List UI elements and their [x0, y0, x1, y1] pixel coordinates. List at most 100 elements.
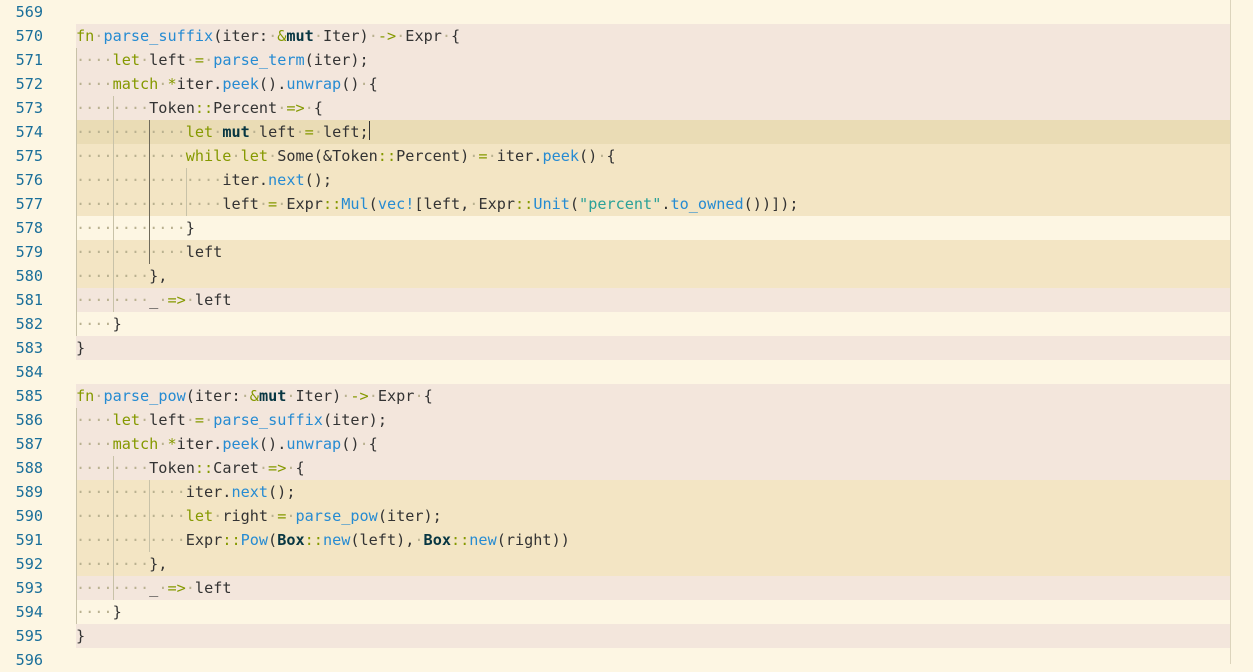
whitespace-marker: ·	[313, 27, 323, 45]
code-area[interactable]: 569 570 fn·parse_suffix(iter:·&mut·Iter)·-…	[0, 0, 1253, 669]
line-number: 588	[15, 459, 43, 477]
code-line[interactable]: 589 ············iter.next();	[0, 480, 1253, 504]
code-line[interactable]: 592 ········},	[0, 552, 1253, 576]
code-line[interactable]: 593 ········_·=>·left	[0, 576, 1253, 600]
code-text[interactable]: }	[76, 336, 85, 360]
code-line[interactable]: 596	[0, 648, 1253, 672]
code-line[interactable]: 579 ············left	[0, 240, 1253, 264]
code-line[interactable]: 595}	[0, 624, 1253, 648]
code-token: (iter);	[377, 507, 442, 525]
code-line[interactable]: 574 ············let·mut·left·=·left;	[0, 120, 1253, 144]
line-number: 590	[15, 507, 43, 525]
code-token: vec!	[377, 195, 415, 213]
code-token: ();	[268, 483, 296, 501]
code-token: Some(&Token	[277, 147, 378, 165]
text-cursor	[368, 121, 370, 140]
code-line[interactable]: 586 ····let·left·=·parse_suffix(iter);	[0, 408, 1253, 432]
code-line[interactable]: 583}	[0, 336, 1253, 360]
whitespace-marker: ·	[185, 411, 195, 429]
code-token: ->	[350, 387, 369, 405]
code-line[interactable]: 571 ····let·left·=·parse_term(iter);	[0, 48, 1253, 72]
code-editor[interactable]: 569 570 fn·parse_suffix(iter:·&mut·Iter)·-…	[0, 0, 1253, 669]
code-line[interactable]: 576 ················iter.next();	[0, 168, 1253, 192]
code-line[interactable]: 594 ····}	[0, 600, 1253, 624]
code-text[interactable]: ············let·mut·left·=·left;	[76, 120, 370, 144]
code-text[interactable]: ············iter.next();	[76, 480, 295, 504]
code-token: peek	[222, 75, 259, 93]
code-text[interactable]: ········Token::Caret·=>·{	[76, 456, 305, 480]
code-token: }	[112, 315, 122, 333]
code-token: },	[149, 267, 168, 285]
code-token: (iter:	[213, 27, 269, 45]
code-token: ::	[377, 147, 397, 165]
code-line[interactable]: 587 ····match·*iter.peek().unwrap()·{	[0, 432, 1253, 456]
code-text[interactable]: ········_·=>·left	[76, 288, 232, 312]
whitespace-marker: ········	[76, 459, 150, 477]
code-token: let	[112, 411, 141, 429]
code-token: [left,	[414, 195, 470, 213]
code-text[interactable]: ····let·left·=·parse_term(iter);	[76, 48, 369, 72]
line-number: 571	[15, 51, 43, 69]
code-token: ::	[322, 195, 342, 213]
code-line[interactable]: 588 ········Token::Caret·=>·{	[0, 456, 1253, 480]
line-number: 582	[15, 315, 43, 333]
code-text[interactable]: ········},	[76, 552, 167, 576]
code-token: parse_pow	[295, 507, 378, 525]
whitespace-marker: ·	[204, 411, 214, 429]
code-text[interactable]: ············Expr::Pow(Box::new(left),·Bo…	[76, 528, 570, 552]
code-line[interactable]: 584	[0, 360, 1253, 384]
code-token: &	[249, 387, 259, 405]
whitespace-marker: ·	[140, 411, 150, 429]
code-text[interactable]: fn·parse_pow(iter:·&mut·Iter)·->·Expr·{	[76, 384, 433, 408]
code-text[interactable]: ················left·=·Expr::Mul(vec![le…	[76, 192, 799, 216]
code-text[interactable]: ····}	[76, 312, 122, 336]
code-line[interactable]: 570 fn·parse_suffix(iter:·&mut·Iter)·->·E…	[0, 24, 1253, 48]
code-line[interactable]: 580 ········},	[0, 264, 1253, 288]
code-text[interactable]: ············while·let·Some(&Token::Perce…	[76, 144, 616, 168]
code-token: &	[277, 27, 287, 45]
code-text[interactable]: ············left	[76, 240, 222, 264]
code-token: mut	[258, 387, 287, 405]
code-text[interactable]: }	[76, 624, 85, 648]
code-line[interactable]: 572 ····match·*iter.peek().unwrap()·{	[0, 72, 1253, 96]
code-token: Expr	[478, 195, 516, 213]
code-line[interactable]: 582 ····}	[0, 312, 1253, 336]
code-token: Expr	[185, 531, 223, 549]
code-line[interactable]: 569	[0, 0, 1253, 24]
code-text[interactable]: ········},	[76, 264, 167, 288]
code-text[interactable]: ········Token::Percent·=>·{	[76, 96, 323, 120]
code-token: "percent"	[579, 195, 662, 213]
code-text[interactable]: ····}	[76, 600, 122, 624]
code-text[interactable]: fn·parse_suffix(iter:·&mut·Iter)·->·Expr…	[76, 24, 460, 48]
code-token: left	[222, 195, 259, 213]
code-token: .	[661, 195, 671, 213]
code-token: ::	[194, 459, 214, 477]
code-text[interactable]: ················iter.next();	[76, 168, 332, 192]
code-text[interactable]: ············let·right·=·parse_pow(iter);	[76, 504, 442, 528]
code-token: =	[268, 195, 278, 213]
code-token: =	[304, 123, 314, 141]
line-number: 580	[15, 267, 43, 285]
code-token: fn	[76, 387, 95, 405]
code-line[interactable]: 578 ············}	[0, 216, 1253, 240]
code-token: let	[240, 147, 269, 165]
code-text[interactable]: ············}	[76, 216, 195, 240]
code-line[interactable]: 575 ············while·let·Some(&Token::Pe…	[0, 144, 1253, 168]
code-token: =>	[286, 99, 305, 117]
code-token: let	[185, 507, 214, 525]
whitespace-marker: ·	[213, 123, 223, 141]
code-line[interactable]: 590 ············let·right·=·parse_pow(ite…	[0, 504, 1253, 528]
code-text[interactable]: ····match·*iter.peek().unwrap()·{	[76, 432, 378, 456]
code-text[interactable]: ····let·left·=·parse_suffix(iter);	[76, 408, 387, 432]
code-text[interactable]: ····match·*iter.peek().unwrap()·{	[76, 72, 378, 96]
code-line[interactable]: 577 ················left·=·Expr::Mul(vec!…	[0, 192, 1253, 216]
line-highlight	[76, 288, 1230, 312]
code-text[interactable]: ········_·=>·left	[76, 576, 232, 600]
whitespace-marker: ·	[359, 435, 369, 453]
code-token: *	[167, 435, 177, 453]
code-token: iter.	[176, 435, 223, 453]
code-line[interactable]: 581 ········_·=>·left	[0, 288, 1253, 312]
code-line[interactable]: 591 ············Expr::Pow(Box::new(left),…	[0, 528, 1253, 552]
code-line[interactable]: 585 fn·parse_pow(iter:·&mut·Iter)·->·Expr…	[0, 384, 1253, 408]
code-line[interactable]: 573 ········Token::Percent·=>·{	[0, 96, 1253, 120]
